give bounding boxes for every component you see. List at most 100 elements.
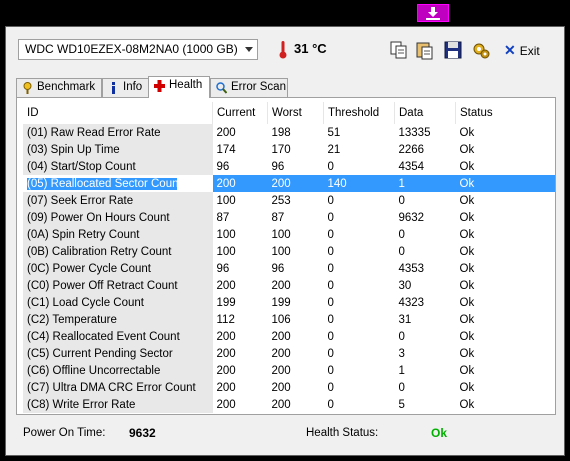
drive-select-value: WDC WD10EZEX-08M2NA0 (1000 GB) [25,42,238,56]
chevron-down-icon [245,47,253,52]
cell-id-text: (01) Raw Read Error Rate [27,126,161,139]
table-row[interactable]: (0B) Calibration Retry Count 100 100 0 0 Ok [23,243,555,260]
tab-health-label: Health [169,79,203,91]
cell-threshold: 0 [327,381,334,394]
cell-id-text: (09) Power On Hours Count [27,211,170,224]
cell-current: 174 [216,143,236,156]
cell-worst: 199 [271,296,291,309]
magnifier-icon [216,82,227,94]
cell-status: Ok [459,143,475,156]
col-status[interactable]: Status [455,102,555,124]
exit-button[interactable]: ✕ Exit [504,41,540,61]
table-row[interactable]: (07) Seek Error Rate 100 253 0 0 Ok [23,192,555,209]
download-button[interactable] [417,4,449,22]
save-button[interactable] [442,39,464,61]
cell-status: Ok [459,245,475,258]
table-row[interactable]: (C2) Temperature 112 106 0 31 Ok [23,311,555,328]
settings-icon [473,43,490,59]
cell-status: Ok [459,330,475,343]
col-current[interactable]: Current [212,102,268,124]
cell-threshold: 0 [327,296,334,309]
tab-error-scan[interactable]: Error Scan [210,78,288,97]
benchmark-icon [23,82,32,94]
table-header-row: ID Current Worst Threshold Data Status [23,102,555,124]
cell-id: (0C) Power Cycle Count [23,260,213,277]
cell-data: 3 [398,347,405,360]
cell-current: 199 [216,296,236,309]
table-row[interactable]: (0A) Spin Retry Count 100 100 0 0 Ok [23,226,555,243]
table-row[interactable]: (C5) Current Pending Sector 200 200 0 3 Ok [23,345,555,362]
table-row[interactable]: (C6) Offline Uncorrectable 200 200 0 1 Ok [23,362,555,379]
cell-id: (04) Start/Stop Count [23,158,213,175]
cell-data: 1 [394,175,456,192]
cell-current: 200 [216,381,236,394]
cell-data: 13335 [398,126,431,139]
tab-info[interactable]: Info [102,78,150,97]
tab-info-label: Info [123,81,143,93]
cell-status: Ok [459,279,475,292]
cell-threshold: 21 [327,143,341,156]
close-icon: ✕ [504,42,516,58]
health-panel: ID Current Worst Threshold Data Status (… [16,97,556,415]
cell-data: 9632 [398,211,425,224]
tab-health[interactable]: Health [148,76,210,98]
table-row[interactable]: (C4) Reallocated Event Count 200 200 0 0 Ok [23,328,555,345]
cell-current: 112 [216,313,235,326]
tab-benchmark[interactable]: Benchmark [16,78,102,97]
cell-status: Ok [459,313,475,326]
table-row[interactable]: (C1) Load Cycle Count 199 199 0 4323 Ok [23,294,555,311]
table-row[interactable]: (05) Reallocated Sector Count 200 200 140 1 O… [23,175,555,192]
cell-id: (07) Seek Error Rate [23,192,213,209]
cell-id: (0A) Spin Retry Count [23,226,213,243]
cell-id-text: (03) Spin Up Time [27,143,120,156]
cell-worst: 87 [271,211,285,224]
col-id[interactable]: ID [23,102,213,124]
cell-status: Ok [455,175,555,192]
col-data[interactable]: Data [394,102,456,124]
cell-id-text: (07) Seek Error Rate [27,194,134,207]
copy-button[interactable] [388,39,410,61]
cell-id-text: (C4) Reallocated Event Count [27,330,180,343]
cell-id-text: (C5) Current Pending Sector [27,347,173,360]
cell-id-text: (0C) Power Cycle Count [27,262,151,275]
cell-id-text: (C8) Write Error Rate [27,398,136,411]
table-row[interactable]: (0C) Power Cycle Count 96 96 0 4353 Ok [23,260,555,277]
table-row[interactable]: (03) Spin Up Time 174 170 21 2266 Ok [23,141,555,158]
col-worst[interactable]: Worst [267,102,324,124]
clipboard-icon [416,42,433,60]
cell-data: 4323 [398,296,425,309]
tab-error-scan-label: Error Scan [231,81,286,93]
table-row[interactable]: (C0) Power Off Retract Count 200 200 0 30 Ok [23,277,555,294]
cell-threshold: 140 [323,175,395,192]
cell-id-text: (0B) Calibration Retry Count [27,245,172,258]
cell-id-text: (C6) Offline Uncorrectable [27,364,161,377]
table-row[interactable]: (C8) Write Error Rate 200 200 0 5 Ok [23,396,555,413]
col-threshold[interactable]: Threshold [323,102,395,124]
cell-current: 200 [216,347,236,360]
drive-select[interactable]: WDC WD10EZEX-08M2NA0 (1000 GB) [18,39,258,60]
cell-status: Ok [459,296,475,309]
exit-label: Exit [519,44,540,58]
health-status-label: Health Status: [306,427,379,439]
cell-id: (05) Reallocated Sector Count [23,175,213,192]
cell-data: 31 [398,313,412,326]
options-button[interactable] [470,39,492,61]
cell-worst: 170 [271,143,291,156]
power-on-label: Power On Time: [23,427,106,439]
cell-id: (C2) Temperature [23,311,213,328]
table-row[interactable]: (C7) Ultra DMA CRC Error Count 200 200 0 0 Ok [23,379,555,396]
cell-data: 0 [398,381,405,394]
table-row[interactable]: (04) Start/Stop Count 96 96 0 4354 Ok [23,158,555,175]
table-row[interactable]: (09) Power On Hours Count 87 87 0 9632 Ok [23,209,555,226]
cell-id: (C4) Reallocated Event Count [23,328,213,345]
cell-current: 200 [216,364,236,377]
table-row[interactable]: (01) Raw Read Error Rate 200 198 51 13335 Ok [23,124,555,141]
cell-threshold: 0 [327,160,334,173]
cell-threshold: 0 [327,262,334,275]
cell-threshold: 0 [327,313,334,326]
cell-current: 96 [216,262,230,275]
cell-current: 87 [216,211,230,224]
cell-id-text: (C2) Temperature [27,313,117,326]
copy-all-button[interactable] [414,39,436,61]
cell-worst: 200 [271,330,291,343]
